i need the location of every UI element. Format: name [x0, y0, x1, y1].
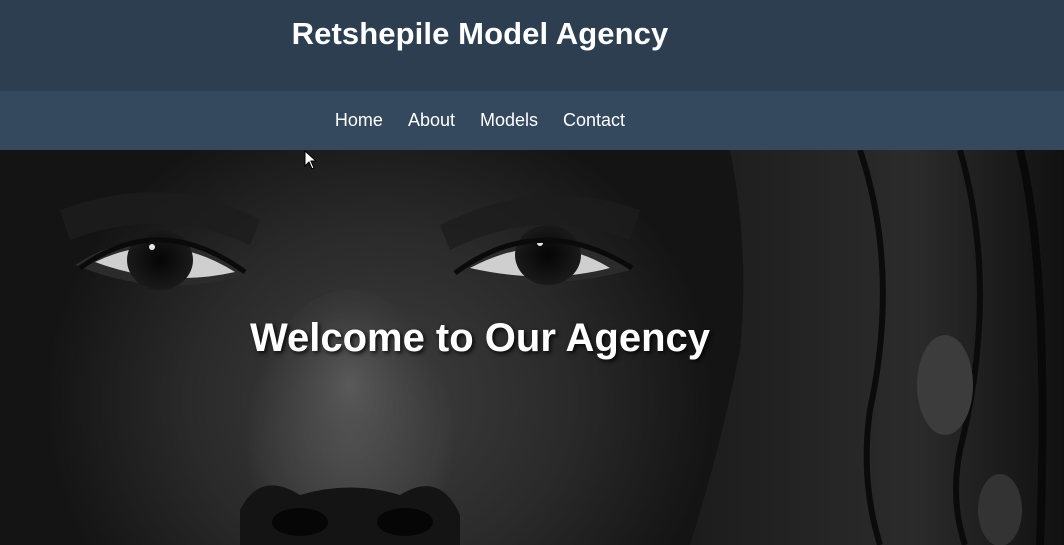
- site-header: Retshepile Model Agency: [0, 0, 1064, 91]
- nav-item-contact: Contact: [563, 110, 625, 131]
- nav-link-models[interactable]: Models: [480, 110, 538, 130]
- nav-link-home[interactable]: Home: [335, 110, 383, 130]
- nav-link-contact[interactable]: Contact: [563, 110, 625, 130]
- nav-link-about[interactable]: About: [408, 110, 455, 130]
- hero-section: Welcome to Our Agency: [0, 150, 1064, 545]
- nav-list: Home About Models Contact: [0, 91, 960, 150]
- nav-item-about: About: [408, 110, 455, 131]
- hero-heading: Welcome to Our Agency: [249, 316, 711, 360]
- main-nav: Home About Models Contact: [0, 91, 1064, 150]
- site-title: Retshepile Model Agency: [291, 16, 669, 51]
- mouse-pointer-icon: [304, 150, 318, 170]
- nav-item-models: Models: [480, 110, 538, 131]
- nav-item-home: Home: [335, 110, 383, 131]
